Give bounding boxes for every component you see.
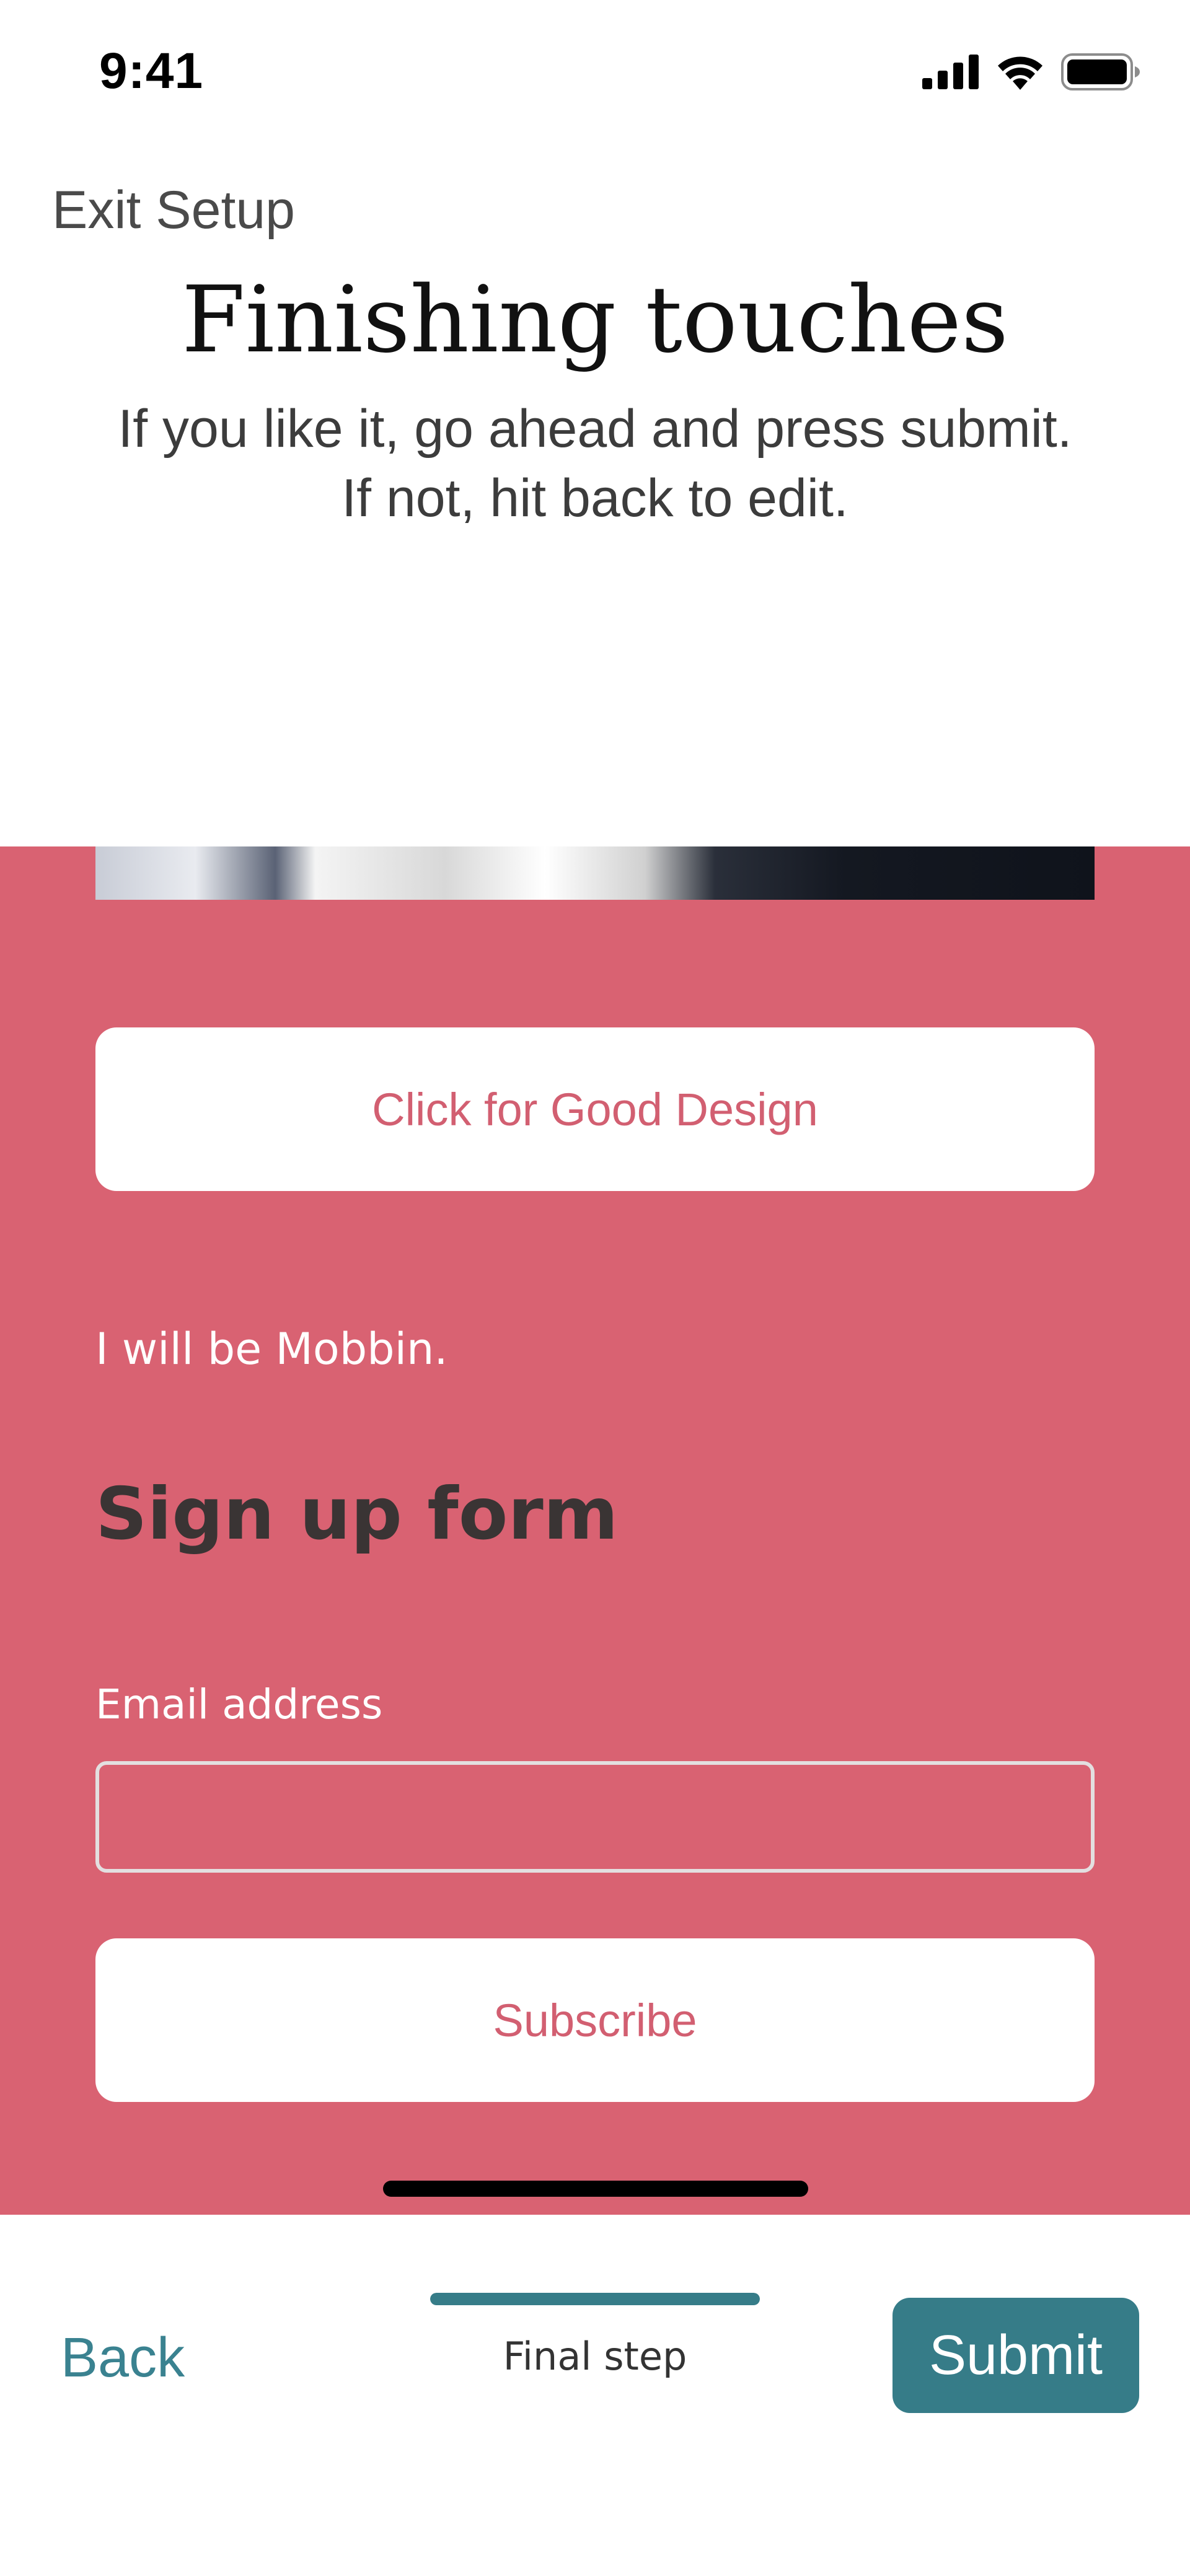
cellular-signal-icon — [922, 55, 979, 92]
hero-image — [95, 846, 1095, 900]
instructions-line-2: If not, hit back to edit. — [342, 468, 848, 528]
instructions-text: If you like it, go ahead and press submi… — [0, 394, 1190, 533]
back-button[interactable]: Back — [61, 2326, 185, 2390]
battery-icon — [1061, 53, 1140, 94]
cta-button[interactable]: Click for Good Design — [95, 1027, 1095, 1191]
subscribe-button[interactable]: Subscribe — [95, 1938, 1095, 2102]
email-field[interactable] — [95, 1761, 1095, 1873]
instructions-line-1: If you like it, go ahead and press submi… — [118, 399, 1072, 459]
setup-review-screen: 9:41 Exit Setup Finishing touches If you… — [0, 0, 1190, 2576]
status-icons — [922, 53, 1140, 94]
bottom-nav-bar: Back Final step Submit — [0, 2215, 1190, 2576]
page-title: Finishing touches — [181, 266, 1009, 373]
tagline-text: I will be Mobbin. — [95, 1324, 448, 1374]
status-bar: 9:41 — [0, 0, 1190, 149]
status-time: 9:41 — [99, 43, 204, 99]
progress-bar — [430, 2293, 760, 2305]
home-indicator — [383, 2181, 808, 2197]
email-label: Email address — [95, 1681, 383, 1728]
progress-fill — [430, 2293, 760, 2305]
signup-form-title: Sign up form — [95, 1472, 619, 1556]
exit-setup-button[interactable]: Exit Setup — [52, 180, 295, 241]
wifi-icon — [995, 54, 1045, 93]
site-preview: Click for Good Design I will be Mobbin. … — [0, 846, 1190, 2215]
submit-button[interactable]: Submit — [892, 2298, 1139, 2413]
